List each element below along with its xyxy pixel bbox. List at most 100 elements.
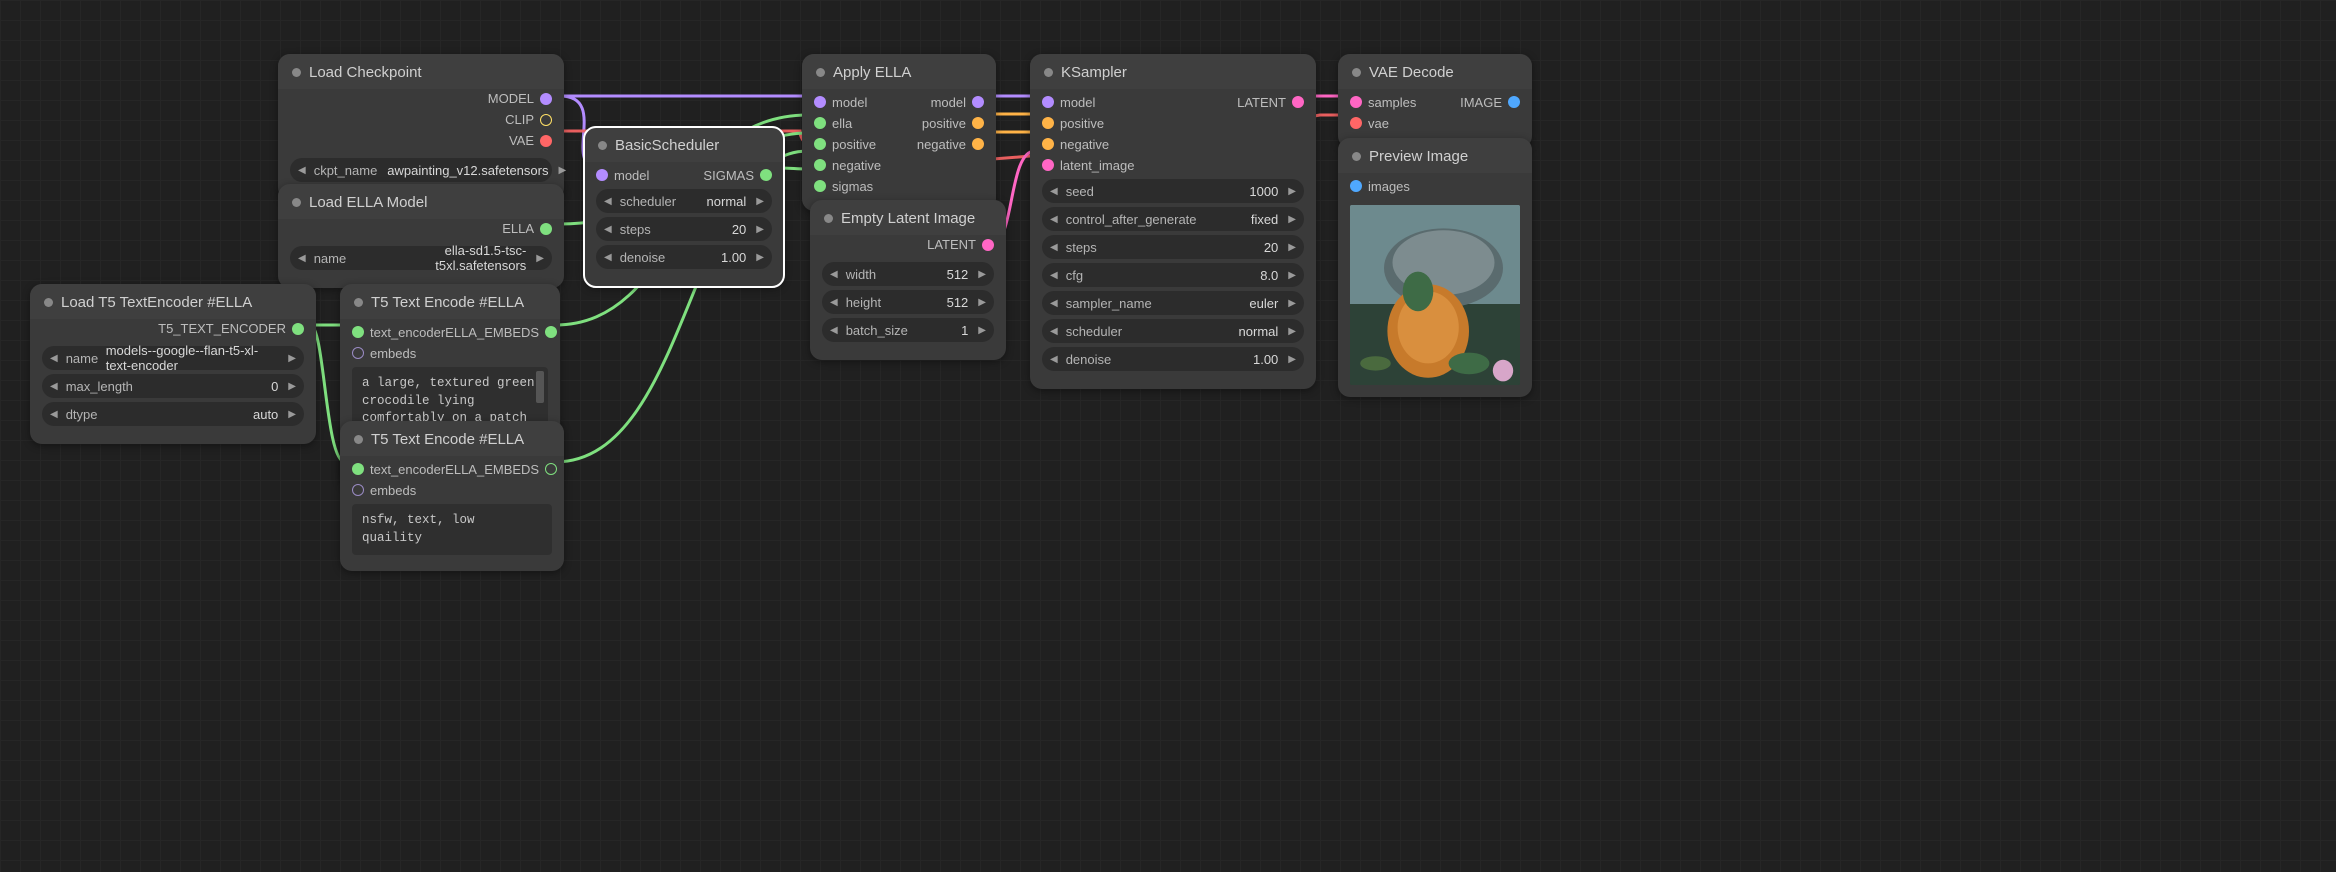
node-load-ella[interactable]: Load ELLA Model ELLA ◀ name ella-sd1.5-t… (278, 184, 564, 288)
seed-widget[interactable]: ◀seed1000▶ (1042, 179, 1304, 203)
cfg-widget[interactable]: ◀cfg8.0▶ (1042, 263, 1304, 287)
batch-widget[interactable]: ◀ batch_size 1 ▶ (822, 318, 994, 342)
output-latent[interactable]: LATENT (810, 237, 994, 252)
node-header[interactable]: T5 Text Encode #ELLA (340, 284, 560, 319)
right-arrow-icon[interactable]: ▶ (752, 224, 768, 235)
input-negative[interactable]: negative (814, 158, 881, 173)
left-arrow-icon[interactable]: ◀ (826, 325, 842, 336)
width-widget[interactable]: ◀ width 512 ▶ (822, 262, 994, 286)
right-arrow-icon[interactable]: ▶ (532, 253, 548, 264)
left-arrow-icon[interactable]: ◀ (1046, 242, 1062, 253)
output-clip[interactable]: CLIP (278, 112, 552, 127)
input-embeds[interactable]: embeds (352, 346, 416, 361)
left-arrow-icon[interactable]: ◀ (826, 297, 842, 308)
steps-widget[interactable]: ◀steps20▶ (1042, 235, 1304, 259)
right-arrow-icon[interactable]: ▶ (1284, 326, 1300, 337)
output-ella-embeds[interactable]: ELLA_EMBEDS (445, 325, 557, 340)
node-header[interactable]: Load ELLA Model (278, 184, 564, 219)
ella-name-widget[interactable]: ◀ name ella-sd1.5-tsc-t5xl.safetensors ▶ (290, 246, 552, 270)
output-positive[interactable]: positive (922, 116, 984, 131)
output-vae[interactable]: VAE (278, 133, 552, 148)
node-header[interactable]: Load T5 TextEncoder #ELLA (30, 284, 316, 319)
collapse-dot-icon[interactable] (816, 68, 825, 77)
right-arrow-icon[interactable]: ▶ (1284, 214, 1300, 225)
node-t5-encode-negative[interactable]: T5 Text Encode #ELLA text_encoder ELLA_E… (340, 421, 564, 571)
output-model[interactable]: MODEL (278, 91, 552, 106)
left-arrow-icon[interactable]: ◀ (1046, 214, 1062, 225)
right-arrow-icon[interactable]: ▶ (1284, 270, 1300, 281)
input-positive[interactable]: positive (1042, 116, 1104, 131)
denoise-widget[interactable]: ◀denoise1.00▶ (1042, 347, 1304, 371)
node-load-t5[interactable]: Load T5 TextEncoder #ELLA T5_TEXT_ENCODE… (30, 284, 316, 444)
t5-name-widget[interactable]: ◀ name models--google--flan-t5-xl-text-e… (42, 346, 304, 370)
node-header[interactable]: T5 Text Encode #ELLA (340, 421, 564, 456)
right-arrow-icon[interactable]: ▶ (284, 381, 300, 392)
sampler-name-widget[interactable]: ◀sampler_nameeuler▶ (1042, 291, 1304, 315)
input-negative[interactable]: negative (1042, 137, 1109, 152)
node-ksampler[interactable]: KSampler model LATENT positive negative … (1030, 54, 1316, 389)
collapse-dot-icon[interactable] (1352, 152, 1361, 161)
right-arrow-icon[interactable]: ▶ (752, 252, 768, 263)
left-arrow-icon[interactable]: ◀ (600, 224, 616, 235)
denoise-widget[interactable]: ◀ denoise 1.00 ▶ (596, 245, 772, 269)
right-arrow-icon[interactable]: ▶ (974, 269, 990, 280)
scheduler-widget[interactable]: ◀schedulernormal▶ (1042, 319, 1304, 343)
left-arrow-icon[interactable]: ◀ (826, 269, 842, 280)
input-sigmas[interactable]: sigmas (814, 179, 873, 194)
input-model[interactable]: model (814, 95, 867, 110)
node-header[interactable]: Load Checkpoint (278, 54, 564, 89)
collapse-dot-icon[interactable] (1044, 68, 1053, 77)
control-after-generate-widget[interactable]: ◀control_after_generatefixed▶ (1042, 207, 1304, 231)
left-arrow-icon[interactable]: ◀ (1046, 186, 1062, 197)
right-arrow-icon[interactable]: ▶ (284, 353, 300, 364)
right-arrow-icon[interactable]: ▶ (1284, 298, 1300, 309)
t5-maxlen-widget[interactable]: ◀ max_length 0 ▶ (42, 374, 304, 398)
right-arrow-icon[interactable]: ▶ (1284, 354, 1300, 365)
right-arrow-icon[interactable]: ▶ (752, 196, 768, 207)
input-samples[interactable]: samples (1350, 95, 1416, 110)
left-arrow-icon[interactable]: ◀ (46, 353, 62, 364)
node-header[interactable]: Apply ELLA (802, 54, 996, 89)
left-arrow-icon[interactable]: ◀ (1046, 270, 1062, 281)
collapse-dot-icon[interactable] (824, 214, 833, 223)
input-vae[interactable]: vae (1350, 116, 1389, 131)
collapse-dot-icon[interactable] (292, 68, 301, 77)
node-header[interactable]: Empty Latent Image (810, 200, 1006, 235)
input-embeds[interactable]: embeds (352, 483, 416, 498)
output-sigmas[interactable]: SIGMAS (703, 168, 772, 183)
right-arrow-icon[interactable]: ▶ (554, 165, 570, 176)
left-arrow-icon[interactable]: ◀ (1046, 354, 1062, 365)
node-empty-latent[interactable]: Empty Latent Image LATENT ◀ width 512 ▶ … (810, 200, 1006, 360)
node-basic-scheduler[interactable]: BasicScheduler model SIGMAS ◀ scheduler … (584, 127, 784, 287)
input-text-encoder[interactable]: text_encoder (352, 462, 445, 477)
input-latent-image[interactable]: latent_image (1042, 158, 1134, 173)
output-ella-embeds[interactable]: ELLA_EMBEDS (445, 462, 557, 477)
collapse-dot-icon[interactable] (44, 298, 53, 307)
node-load-checkpoint[interactable]: Load Checkpoint MODEL CLIP VAE ◀ ckpt_na… (278, 54, 564, 200)
left-arrow-icon[interactable]: ◀ (294, 253, 310, 264)
node-header[interactable]: Preview Image (1338, 138, 1532, 173)
node-header[interactable]: BasicScheduler (584, 127, 784, 162)
left-arrow-icon[interactable]: ◀ (46, 381, 62, 392)
input-images[interactable]: images (1350, 179, 1410, 194)
input-model[interactable]: model (1042, 95, 1095, 110)
left-arrow-icon[interactable]: ◀ (46, 409, 62, 420)
node-header[interactable]: VAE Decode (1338, 54, 1532, 89)
right-arrow-icon[interactable]: ▶ (284, 409, 300, 420)
t5-dtype-widget[interactable]: ◀ dtype auto ▶ (42, 402, 304, 426)
output-latent[interactable]: LATENT (1237, 95, 1304, 110)
steps-widget[interactable]: ◀ steps 20 ▶ (596, 217, 772, 241)
right-arrow-icon[interactable]: ▶ (1284, 242, 1300, 253)
scrollbar-icon[interactable] (536, 371, 544, 403)
output-ella[interactable]: ELLA (278, 221, 552, 236)
left-arrow-icon[interactable]: ◀ (600, 252, 616, 263)
input-ella[interactable]: ella (814, 116, 852, 131)
collapse-dot-icon[interactable] (292, 198, 301, 207)
scheduler-widget[interactable]: ◀ scheduler normal ▶ (596, 189, 772, 213)
output-negative[interactable]: negative (917, 137, 984, 152)
height-widget[interactable]: ◀ height 512 ▶ (822, 290, 994, 314)
collapse-dot-icon[interactable] (354, 298, 363, 307)
collapse-dot-icon[interactable] (598, 141, 607, 150)
node-apply-ella[interactable]: Apply ELLA model model ella positive pos… (802, 54, 996, 211)
left-arrow-icon[interactable]: ◀ (600, 196, 616, 207)
